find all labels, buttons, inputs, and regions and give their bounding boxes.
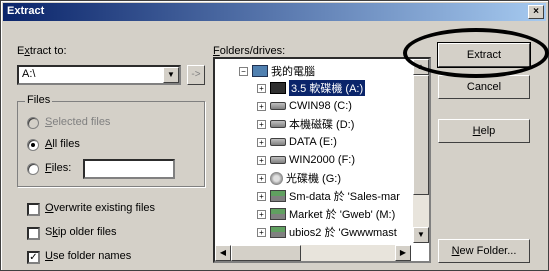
network-drive-icon xyxy=(270,190,286,202)
tree-item-cdrom-g[interactable]: + 光碟機 (G:) xyxy=(257,170,341,186)
expand-icon[interactable]: + xyxy=(257,209,266,219)
expand-icon[interactable]: + xyxy=(257,119,266,129)
selected-files-label: Selected files xyxy=(45,116,111,128)
vertical-scroll-thumb[interactable] xyxy=(413,75,429,195)
chevron-down-icon[interactable]: ▼ xyxy=(163,67,179,83)
folders-drives-label: Folders/drives: xyxy=(213,45,286,57)
folders-tree[interactable]: − 我的電腦 + 3.5 軟碟機 (A:) + CWIN98 (C:) + 本機… xyxy=(213,57,431,263)
scroll-right-icon[interactable]: ▶ xyxy=(395,245,411,261)
overwrite-checkbox[interactable] xyxy=(27,203,40,216)
cancel-button[interactable]: Cancel xyxy=(438,75,530,99)
use-folder-names-checkbox[interactable]: ✓ xyxy=(27,251,40,264)
all-files-label: All files xyxy=(45,138,80,150)
cdrom-icon xyxy=(270,171,283,185)
browse-arrow-button[interactable]: -> xyxy=(187,65,205,85)
files-radio[interactable] xyxy=(27,163,39,175)
scroll-down-icon[interactable]: ▼ xyxy=(413,227,429,243)
window-title: Extract xyxy=(7,5,45,17)
network-drive-icon xyxy=(270,226,286,238)
extract-button[interactable]: Extract xyxy=(437,42,531,68)
close-icon[interactable]: × xyxy=(528,5,544,19)
extract-to-combobox[interactable]: A:\ ▼ xyxy=(17,65,181,85)
files-group-title: Files xyxy=(25,94,53,106)
files-pattern-input[interactable] xyxy=(83,159,175,179)
selected-files-radio[interactable] xyxy=(27,117,39,129)
tree-item-drive-f[interactable]: + WIN2000 (F:) xyxy=(257,152,355,168)
drive-icon xyxy=(270,156,286,164)
expand-icon[interactable]: + xyxy=(257,137,266,147)
all-files-radio[interactable] xyxy=(27,139,39,151)
tree-item-my-computer[interactable]: − 我的電腦 xyxy=(239,63,315,79)
extract-to-label: Extract to: xyxy=(17,45,67,57)
new-folder-button[interactable]: New Folder... xyxy=(438,239,530,263)
scroll-left-icon[interactable]: ◀ xyxy=(215,245,231,261)
network-drive-icon xyxy=(270,208,286,220)
skip-older-label: Skip older files xyxy=(45,226,117,238)
use-folder-names-label: Use folder names xyxy=(45,250,132,262)
expand-icon[interactable]: + xyxy=(257,101,266,111)
help-button[interactable]: Help xyxy=(438,119,530,143)
tree-item-net-sm-data[interactable]: + Sm-data 於 'Sales-mar xyxy=(257,188,400,204)
computer-icon xyxy=(252,65,268,77)
expand-icon[interactable]: + xyxy=(257,191,266,201)
horizontal-scroll-thumb[interactable] xyxy=(231,245,301,261)
title-bar: Extract × xyxy=(3,3,546,21)
files-label: Files: xyxy=(45,162,72,174)
expand-icon[interactable]: + xyxy=(257,173,266,183)
collapse-icon[interactable]: − xyxy=(239,66,248,76)
drive-icon xyxy=(270,120,286,128)
expand-icon[interactable]: + xyxy=(257,83,266,93)
drive-icon xyxy=(270,102,286,110)
extract-to-value: A:\ xyxy=(22,68,36,80)
vertical-scrollbar[interactable]: ▲ ▼ xyxy=(413,59,429,243)
skip-older-checkbox[interactable] xyxy=(27,227,40,240)
extract-dialog: Extract × Extract to: A:\ ▼ -> Files Sel… xyxy=(0,0,549,271)
horizontal-scrollbar[interactable]: ◀ ▶ xyxy=(215,245,411,261)
tree-item-floppy-a[interactable]: + 3.5 軟碟機 (A:) xyxy=(257,79,367,97)
overwrite-label: Overwrite existing files xyxy=(45,202,156,214)
tree-item-net-market[interactable]: + Market 於 'Gweb' (M:) xyxy=(257,206,395,222)
tree-item-drive-c[interactable]: + CWIN98 (C:) xyxy=(257,98,352,114)
drive-icon xyxy=(270,138,286,146)
tree-item-drive-e[interactable]: + DATA (E:) xyxy=(257,134,337,150)
floppy-icon xyxy=(270,82,286,94)
tree-item-drive-d[interactable]: + 本機磁碟 (D:) xyxy=(257,116,354,132)
tree-item-net-ubios2[interactable]: + ubios2 於 'Gwwwmast xyxy=(257,224,397,240)
scroll-up-icon[interactable]: ▲ xyxy=(413,59,429,75)
expand-icon[interactable]: + xyxy=(257,155,266,165)
expand-icon[interactable]: + xyxy=(257,227,266,237)
